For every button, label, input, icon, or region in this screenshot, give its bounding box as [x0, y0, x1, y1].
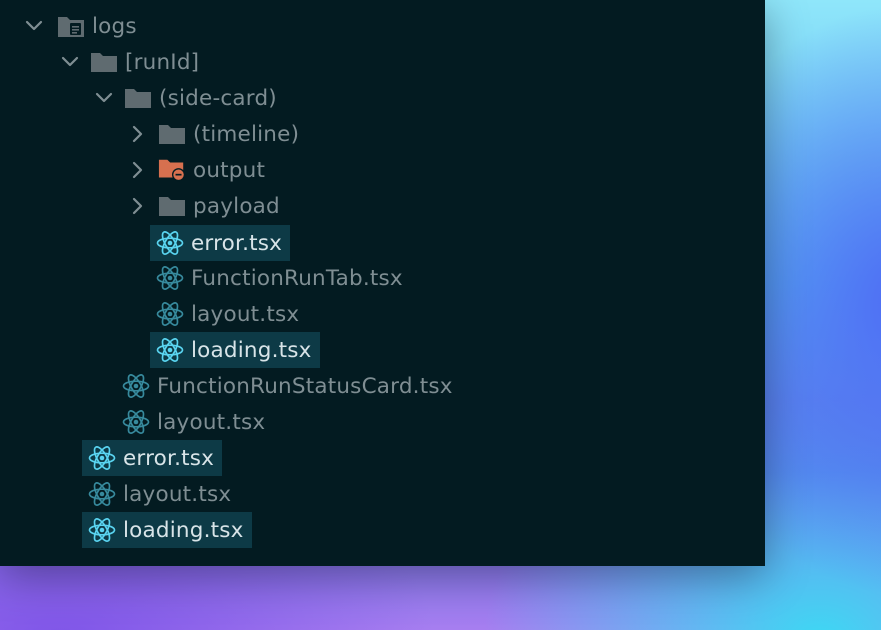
react-icon: [88, 444, 116, 472]
file-tree-panel: logs [runId] (side-card) (timeline) outp…: [0, 0, 765, 566]
tree-file-function-run-tab[interactable]: FunctionRunTab.tsx: [156, 262, 403, 294]
react-icon: [156, 336, 184, 364]
tree-file-label: error.tsx: [191, 230, 283, 256]
react-icon: [156, 300, 184, 328]
tree-file-label: FunctionRunTab.tsx: [191, 265, 403, 291]
tree-file-label: layout.tsx: [157, 409, 266, 435]
tree-folder-payload[interactable]: payload: [158, 190, 280, 222]
tree-folder-timeline[interactable]: (timeline): [158, 118, 299, 150]
chevron-right-icon[interactable]: [128, 196, 148, 216]
tree-folder-side-card[interactable]: (side-card): [124, 82, 277, 114]
chevron-right-icon[interactable]: [128, 160, 148, 180]
react-icon: [122, 408, 150, 436]
folder-icon: [90, 48, 118, 76]
folder-icon: [158, 192, 186, 220]
tree-file-label: layout.tsx: [123, 481, 232, 507]
tree-file-loading-outer[interactable]: loading.tsx: [82, 512, 252, 548]
tree-folder-label: logs: [92, 13, 137, 39]
tree-folder-runid[interactable]: [runId]: [90, 46, 199, 78]
tree-file-label: loading.tsx: [123, 517, 244, 543]
excluded-folder-icon: [158, 156, 186, 184]
chevron-right-icon[interactable]: [128, 124, 148, 144]
tree-file-error-outer[interactable]: error.tsx: [82, 440, 223, 476]
tree-file-layout-mid[interactable]: layout.tsx: [122, 406, 265, 438]
folder-file-icon: [57, 12, 85, 40]
folder-icon: [124, 84, 152, 112]
react-icon: [88, 516, 116, 544]
chevron-down-icon[interactable]: [60, 52, 80, 72]
tree-folder-output[interactable]: output: [158, 154, 265, 186]
tree-folder-label: (timeline): [193, 121, 300, 147]
tree-folder-label: output: [193, 157, 266, 183]
tree-file-error-inner[interactable]: error.tsx: [150, 225, 291, 261]
tree-file-loading-inner[interactable]: loading.tsx: [150, 332, 320, 368]
tree-file-layout-outer[interactable]: layout.tsx: [88, 478, 231, 510]
react-icon: [88, 480, 116, 508]
tree-folder-label: [runId]: [125, 49, 200, 75]
react-icon: [122, 372, 150, 400]
react-icon: [156, 264, 184, 292]
tree-file-label: FunctionRunStatusCard.tsx: [157, 373, 453, 399]
tree-file-layout-inner[interactable]: layout.tsx: [156, 298, 299, 330]
tree-folder-label: payload: [193, 193, 280, 219]
chevron-down-icon[interactable]: [24, 16, 44, 36]
tree-folder-logs[interactable]: logs: [57, 10, 137, 42]
tree-folder-label: (side-card): [159, 85, 277, 111]
tree-file-label: layout.tsx: [191, 301, 300, 327]
react-icon: [156, 229, 184, 257]
chevron-down-icon[interactable]: [94, 88, 114, 108]
tree-file-label: error.tsx: [123, 445, 215, 471]
tree-file-label: loading.tsx: [191, 337, 312, 363]
folder-icon: [158, 120, 186, 148]
tree-file-function-run-status-card[interactable]: FunctionRunStatusCard.tsx: [122, 370, 453, 402]
